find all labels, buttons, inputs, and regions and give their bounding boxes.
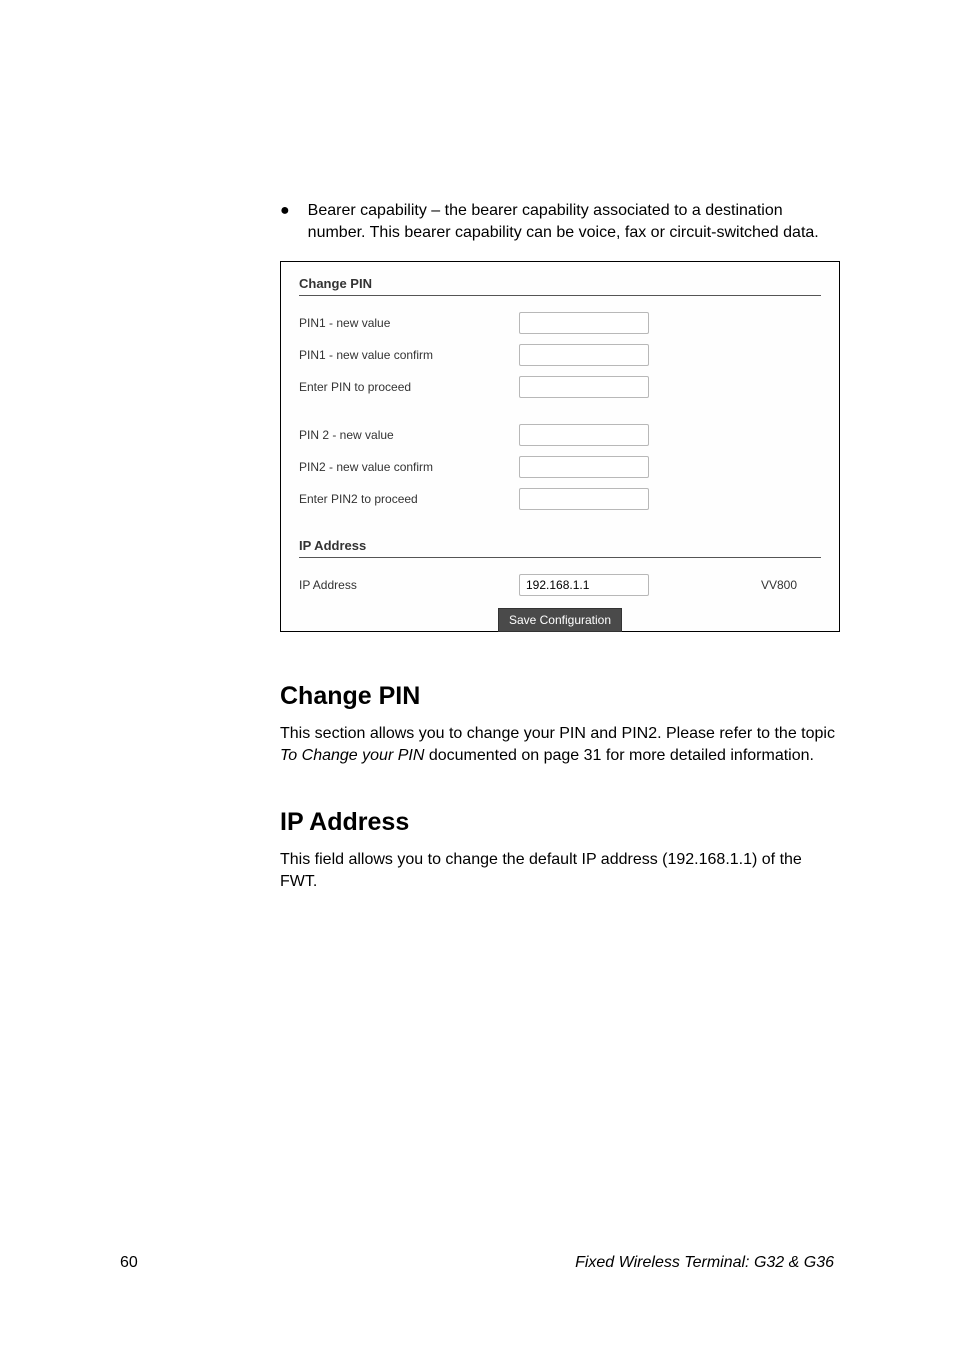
pin1-new-label: PIN1 - new value	[299, 316, 519, 330]
text-fragment: This section allows you to change your P…	[280, 725, 835, 742]
change-pin-heading: Change PIN	[280, 682, 840, 711]
pin2-confirm-label: PIN2 - new value confirm	[299, 460, 519, 474]
page-footer: 60 Fixed Wireless Terminal: G32 & G36	[120, 1254, 834, 1272]
config-screenshot: Change PIN PIN1 - new value PIN1 - new v…	[280, 261, 840, 632]
pin2-proceed-label: Enter PIN2 to proceed	[299, 492, 519, 506]
pin1-confirm-label: PIN1 - new value confirm	[299, 348, 519, 362]
change-pin-section-title: Change PIN	[299, 276, 821, 291]
bullet-dot: ●	[280, 200, 290, 243]
footer-title: Fixed Wireless Terminal: G32 & G36	[575, 1254, 834, 1272]
model-code: VV800	[761, 578, 797, 592]
pin1-confirm-input[interactable]	[519, 344, 649, 366]
save-configuration-button[interactable]: Save Configuration	[498, 608, 622, 632]
pin2-new-label: PIN 2 - new value	[299, 428, 519, 442]
pin1-new-input[interactable]	[519, 312, 649, 334]
text-fragment: documented on page 31 for more detailed …	[424, 747, 814, 764]
pin2-confirm-input[interactable]	[519, 456, 649, 478]
ip-address-paragraph: This field allows you to change the defa…	[280, 849, 840, 892]
ip-address-input[interactable]	[519, 574, 649, 596]
ip-address-label: IP Address	[299, 578, 519, 592]
ip-address-heading: IP Address	[280, 808, 840, 837]
change-pin-paragraph: This section allows you to change your P…	[280, 723, 840, 766]
pin2-new-input[interactable]	[519, 424, 649, 446]
pin1-proceed-label: Enter PIN to proceed	[299, 380, 519, 394]
bullet-text: Bearer capability – the bearer capabilit…	[308, 200, 840, 243]
ip-address-section-title: IP Address	[299, 538, 821, 553]
divider	[299, 295, 821, 296]
pin2-proceed-input[interactable]	[519, 488, 649, 510]
bullet-item: ● Bearer capability – the bearer capabil…	[280, 200, 840, 243]
pin1-proceed-input[interactable]	[519, 376, 649, 398]
text-fragment-italic: To Change your PIN	[280, 747, 424, 764]
page-number: 60	[120, 1254, 138, 1272]
divider	[299, 557, 821, 558]
